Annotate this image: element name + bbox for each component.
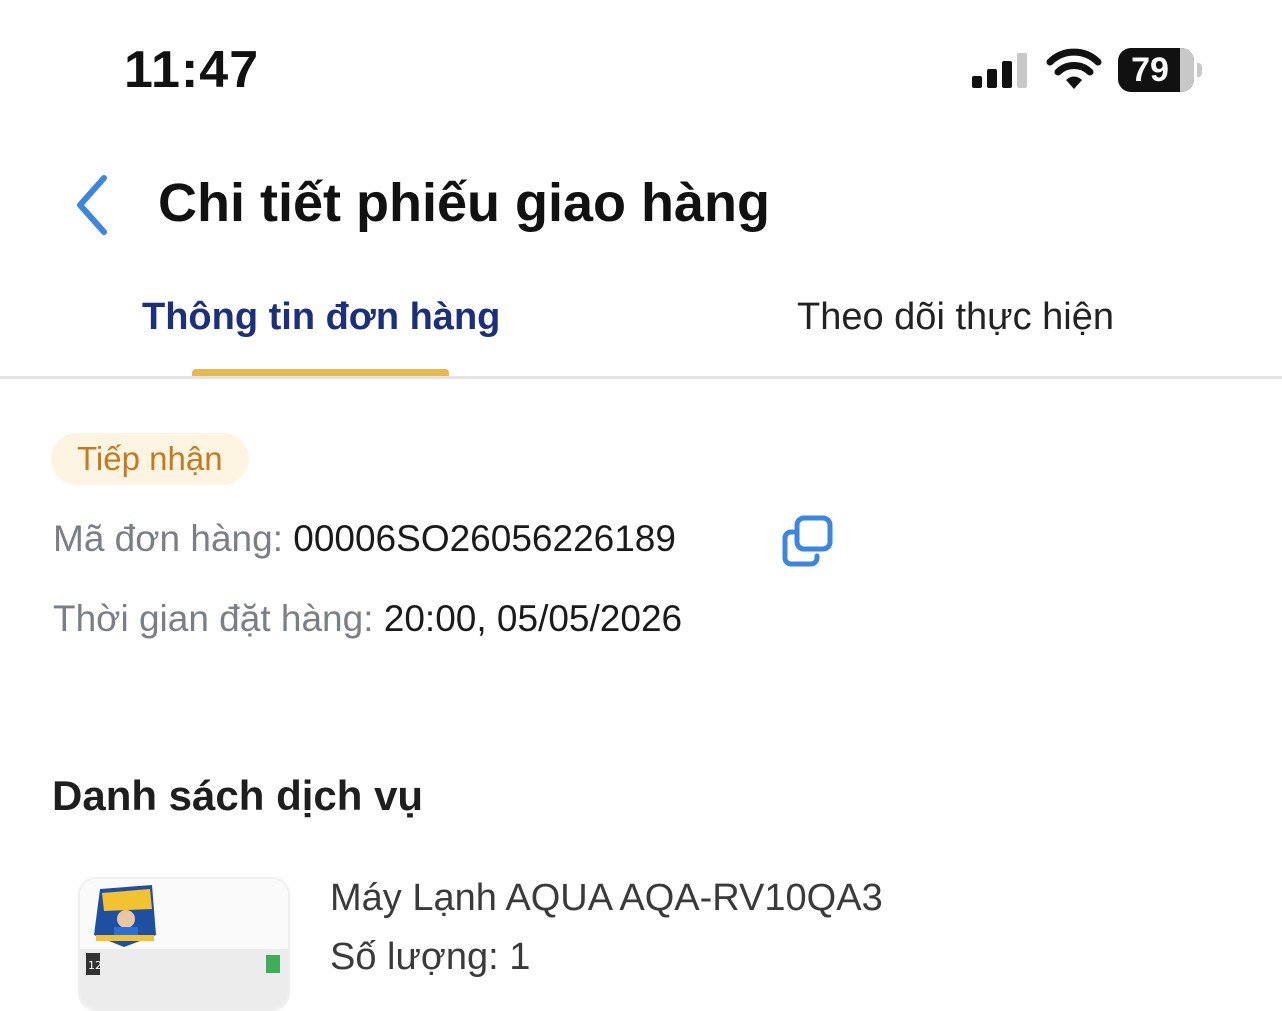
- tab-order-info[interactable]: Thông tin đơn hàng: [142, 296, 500, 339]
- order-code-value: 00006SO26056226189: [293, 518, 676, 559]
- tab-tracking[interactable]: Theo dõi thực hiện: [797, 296, 1114, 339]
- wifi-icon: [1046, 48, 1102, 89]
- status-badge: Tiếp nhận: [51, 433, 249, 485]
- order-time-value: 20:00, 05/05/2026: [383, 598, 683, 639]
- status-bar: 11:47 79: [0, 0, 1282, 140]
- order-time-label: Thời gian đặt hàng:: [53, 598, 374, 639]
- signal-icon: [972, 53, 1027, 88]
- chevron-left-icon[interactable]: [70, 170, 114, 240]
- battery-icon: 79: [1118, 48, 1194, 92]
- order-code-label: Mã đơn hàng:: [53, 518, 283, 559]
- page-title: Chi tiết phiếu giao hàng: [158, 173, 770, 233]
- status-time: 11:47: [124, 41, 260, 99]
- product-thumbnail: 12: [78, 877, 290, 1011]
- active-tab-indicator: [192, 369, 449, 376]
- thumb-badge-text: 12: [88, 959, 102, 972]
- tab-divider: [0, 376, 1282, 379]
- service-quantity: Số lượng: 1: [330, 936, 531, 978]
- battery-cap: [1197, 63, 1202, 77]
- order-time-row: Thời gian đặt hàng: 20:00, 05/05/2026: [53, 598, 682, 640]
- service-name: Máy Lạnh AQUA AQA-RV10QA3: [330, 877, 883, 919]
- battery-level-text: 79: [1131, 51, 1169, 89]
- copy-icon[interactable]: [780, 514, 836, 570]
- battery-empty-area: [1180, 48, 1194, 92]
- service-list-item[interactable]: 12 Máy Lạnh AQUA AQA-RV10QA3 Số lượng: 1: [0, 860, 1282, 1011]
- order-code-row: Mã đơn hàng: 00006SO26056226189: [53, 518, 676, 560]
- services-section-title: Danh sách dịch vụ: [52, 772, 424, 819]
